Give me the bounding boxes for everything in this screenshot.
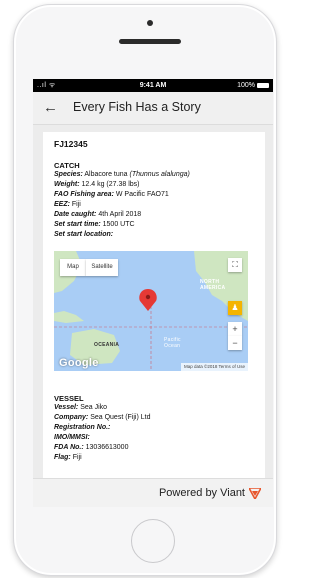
indonesia-land [54, 311, 84, 323]
imo-mmsi-row: IMO/MMSI: [54, 434, 90, 441]
front-camera [147, 20, 153, 26]
map-type-map-button[interactable]: Map [60, 259, 86, 276]
vessel-row: Vessel: Sea Jiko [54, 404, 108, 411]
catch-heading: CATCH [54, 161, 80, 170]
map-label-north-america: NORTH AMERICA [200, 279, 226, 291]
flag-row: Flag: Fiji [54, 454, 82, 461]
map-type-satellite-button[interactable]: Satellite [86, 259, 118, 276]
location-pin-icon [139, 289, 157, 311]
viant-logo-icon [249, 488, 261, 499]
google-logo: Google [59, 357, 99, 369]
fullscreen-icon[interactable]: ⛶ [228, 258, 242, 272]
battery-indicator: 100% [237, 79, 269, 92]
street-view-icon[interactable]: ♟ [228, 301, 242, 315]
zoom-out-button[interactable]: − [228, 336, 242, 350]
set-start-time-row: Set start time: 1500 UTC [54, 221, 135, 228]
powered-by-text[interactable]: Powered by Viant [159, 487, 245, 499]
page-title: Every Fish Has a Story [73, 100, 201, 114]
location-map[interactable]: Map Satellite ⛶ ♟ + − NORTH AMERICA OCEA… [54, 251, 248, 371]
registration-row: Registration No.: [54, 424, 111, 431]
home-button[interactable] [131, 519, 175, 563]
fda-number-row: FDA No.: 13036613000 [54, 444, 129, 451]
arrow-left-icon[interactable]: ← [43, 99, 58, 116]
map-label-oceania: OCEANIA [94, 342, 120, 348]
date-caught-row: Date caught: 4th April 2018 [54, 211, 142, 218]
eez-row: EEZ: Fiji [54, 201, 81, 208]
status-bar: ..ıl ᯤ 9:41 AM 100% [33, 79, 273, 92]
fish-id: FJ12345 [54, 139, 88, 149]
vessel-heading: VESSEL [54, 394, 84, 403]
set-start-location-row: Set start location: [54, 231, 114, 238]
battery-icon [257, 82, 269, 88]
fao-area-row: FAO Fishing area: W Pacific FAO71 [54, 191, 169, 198]
company-row: Company: Sea Quest (Fiji) Ltd [54, 414, 151, 421]
weight-row: Weight: 12.4 kg (27.38 lbs) [54, 181, 140, 188]
earpiece-speaker [119, 39, 181, 44]
zoom-in-button[interactable]: + [228, 322, 242, 336]
map-attribution[interactable]: Map data ©2018 Terms of Use [180, 363, 248, 371]
app-bar: ← Every Fish Has a Story [33, 92, 273, 125]
map-label-pacific: Pacific Ocean [164, 337, 181, 349]
pin-dot [145, 294, 151, 300]
fish-story-card: FJ12345 CATCH Species: Albacore tuna (Th… [43, 132, 265, 482]
app-screen: ..ıl ᯤ 9:41 AM 100% ← Every Fish Has a S… [33, 79, 273, 507]
battery-percent: 100% [237, 82, 255, 89]
species-row: Species: Albacore tuna (Thunnus alalunga… [54, 171, 190, 178]
footer-bar: Powered by Viant [33, 478, 273, 507]
